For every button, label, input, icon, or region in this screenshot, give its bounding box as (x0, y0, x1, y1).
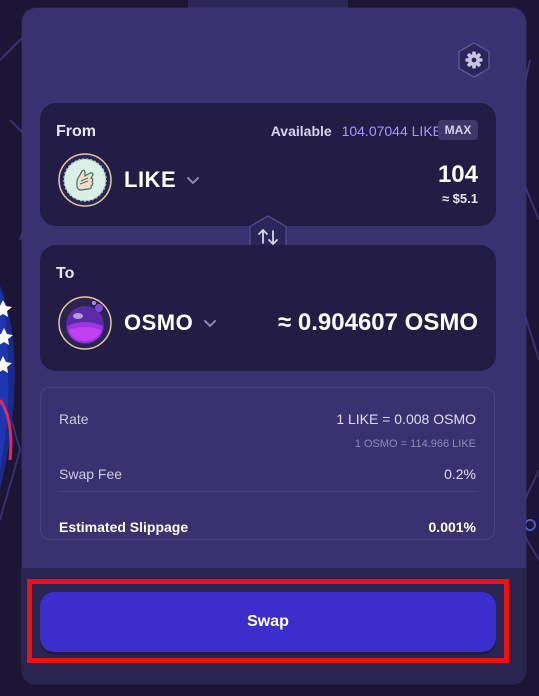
details-divider (59, 491, 476, 492)
from-token-selector[interactable]: LIKE (58, 153, 202, 207)
from-usd-value: ≈ $5.1 (441, 191, 478, 206)
gear-icon (458, 42, 490, 78)
from-panel: From Available 104.07044 LIKE MAX LIKE 1… (40, 103, 496, 226)
to-label: To (56, 265, 75, 282)
chevron-down-icon (187, 177, 200, 185)
swap-details: Rate 1 LIKE = 0.008 OSMO 1 OSMO = 114.96… (40, 387, 495, 540)
available-label: Available (270, 123, 332, 139)
available-balance: Available 104.07044 LIKE (271, 123, 442, 139)
to-estimated-amount: ≈ 0.904607 OSMO (278, 309, 478, 336)
settings-button[interactable] (457, 42, 491, 78)
max-button[interactable]: MAX (438, 120, 478, 140)
rate-value: 1 LIKE = 0.008 OSMO (336, 411, 476, 427)
from-label: From (56, 123, 96, 140)
chevron-down-icon (204, 320, 217, 328)
fee-label: Swap Fee (59, 466, 123, 482)
slippage-label: Estimated Slippage (59, 519, 189, 535)
like-coin-icon (58, 153, 112, 207)
from-amount[interactable]: 104 (438, 161, 478, 189)
to-token-selector[interactable]: OSMO (58, 296, 219, 350)
rate-label: Rate (59, 411, 89, 427)
osmo-coin-icon (58, 296, 112, 350)
to-token-symbol: OSMO (124, 310, 194, 335)
available-amount[interactable]: 104.07044 LIKE (342, 123, 442, 139)
from-token-symbol: LIKE (124, 167, 177, 192)
swap-button[interactable]: Swap (40, 592, 496, 652)
swap-form: From Available 104.07044 LIKE MAX LIKE 1… (22, 8, 526, 568)
rate-inverse: 1 OSMO = 114.966 LIKE (354, 438, 476, 450)
slippage-value: 0.001% (428, 519, 476, 535)
fee-value: 0.2% (444, 466, 476, 482)
to-panel: To OSMO ≈ 0.904607 OSMO (40, 245, 496, 371)
